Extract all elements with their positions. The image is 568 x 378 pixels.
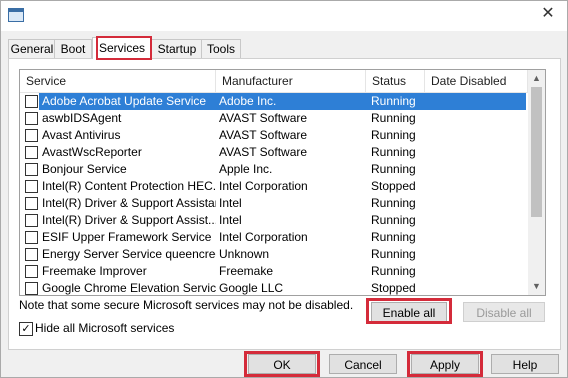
status-cell: Running	[371, 128, 416, 142]
manufacturer-cell: Intel	[219, 196, 242, 210]
scroll-thumb[interactable]	[531, 87, 542, 217]
service-checkbox[interactable]	[25, 112, 38, 125]
service-name-cell: Bonjour Service	[42, 162, 127, 176]
apply-highlight	[407, 351, 483, 377]
service-checkbox[interactable]	[25, 282, 38, 295]
secure-services-note: Note that some secure Microsoft services…	[19, 298, 354, 312]
tab-boot[interactable]: Boot	[54, 39, 92, 58]
status-cell: Running	[371, 247, 416, 261]
manufacturer-cell: AVAST Software	[219, 111, 308, 125]
scroll-down-icon[interactable]: ▼	[528, 278, 545, 295]
service-checkbox[interactable]	[25, 214, 38, 227]
service-name-cell: Freemake Improver	[42, 264, 147, 278]
status-cell: Stopped	[371, 281, 416, 295]
status-cell: Running	[371, 230, 416, 244]
manufacturer-cell: Google LLC	[219, 281, 284, 295]
column-header-date-disabled[interactable]: Date Disabled	[425, 70, 528, 92]
status-cell: Running	[371, 162, 416, 176]
manufacturer-cell: Apple Inc.	[219, 162, 273, 176]
scroll-up-icon[interactable]: ▲	[528, 70, 545, 87]
service-checkbox[interactable]	[25, 265, 38, 278]
tab-general[interactable]: General	[8, 39, 56, 58]
status-cell: Running	[371, 145, 416, 159]
service-checkbox[interactable]	[25, 231, 38, 244]
service-name-cell: Google Chrome Elevation Service	[42, 281, 216, 295]
service-checkbox[interactable]	[25, 146, 38, 159]
vertical-scrollbar[interactable]: ▲ ▼	[528, 70, 545, 295]
column-header-manufacturer[interactable]: Manufacturer	[216, 70, 366, 92]
table-row[interactable]: ESIF Upper Framework Service Intel Corpor…	[20, 229, 528, 246]
service-checkbox[interactable]	[25, 95, 38, 108]
table-row[interactable]: Avast Antivirus AVAST Software Running	[20, 127, 528, 144]
service-name-cell: aswbIDSAgent	[42, 111, 122, 125]
service-name-cell: AvastWscReporter	[42, 145, 142, 159]
hide-microsoft-services-checkbox[interactable]: ✓	[19, 322, 33, 336]
tab-tools[interactable]: Tools	[201, 39, 241, 58]
services-list[interactable]: Service Manufacturer Status Date Disable…	[19, 69, 546, 296]
status-cell: Running	[371, 213, 416, 227]
manufacturer-cell: Freemake	[219, 264, 274, 278]
ok-highlight	[244, 351, 320, 377]
status-cell: Stopped	[371, 179, 416, 193]
status-cell: Running	[371, 111, 416, 125]
manufacturer-cell: Intel Corporation	[219, 230, 308, 244]
service-checkbox[interactable]	[25, 129, 38, 142]
status-cell: Running	[371, 196, 416, 210]
service-name-cell: Avast Antivirus	[42, 128, 121, 142]
manufacturer-cell: AVAST Software	[219, 145, 308, 159]
table-row[interactable]: Freemake Improver Freemake Running	[20, 263, 528, 280]
disable-all-button: Disable all	[463, 302, 545, 322]
table-row[interactable]: aswbIDSAgent AVAST Software Running	[20, 110, 528, 127]
table-row[interactable]: Google Chrome Elevation Service Google LL…	[20, 280, 528, 295]
manufacturer-cell: AVAST Software	[219, 128, 308, 142]
column-header-status[interactable]: Status	[366, 70, 425, 92]
title-bar: ✕	[1, 1, 567, 31]
table-row[interactable]: Energy Server Service queencreek Unknown R…	[20, 246, 528, 263]
column-header-service[interactable]: Service	[20, 70, 216, 92]
service-checkbox[interactable]	[25, 197, 38, 210]
service-name-cell: Intel(R) Content Protection HEC...	[42, 179, 216, 193]
service-checkbox[interactable]	[25, 248, 38, 261]
service-name-cell: Intel(R) Driver & Support Assistant	[42, 196, 216, 210]
cancel-button[interactable]: Cancel	[329, 354, 397, 374]
service-name-cell: ESIF Upper Framework Service	[42, 230, 212, 244]
service-checkbox[interactable]	[25, 163, 38, 176]
help-button[interactable]: Help	[491, 354, 559, 374]
manufacturer-cell: Intel	[219, 213, 242, 227]
app-icon	[8, 8, 24, 22]
manufacturer-cell: Unknown	[219, 247, 270, 261]
service-checkbox[interactable]	[25, 180, 38, 193]
table-row[interactable]: Intel(R) Driver & Support Assistant Intel…	[20, 195, 528, 212]
manufacturer-cell: Intel Corporation	[219, 179, 308, 193]
tab-startup[interactable]: Startup	[151, 39, 203, 58]
table-row[interactable]: Intel(R) Content Protection HEC... Intel …	[20, 178, 528, 195]
status-cell: Running	[371, 94, 416, 108]
enable-all-highlight	[366, 298, 452, 324]
table-row[interactable]: Bonjour Service Apple Inc. Running	[20, 161, 528, 178]
manufacturer-cell: Adobe Inc.	[219, 94, 277, 108]
table-row[interactable]: AvastWscReporter AVAST Software Running	[20, 144, 528, 161]
service-name-cell: Adobe Acrobat Update Service	[42, 94, 207, 108]
list-header: Service Manufacturer Status Date Disable…	[20, 70, 528, 93]
service-name-cell: Energy Server Service queencreek	[42, 247, 216, 261]
hide-microsoft-services-label[interactable]: Hide all Microsoft services	[35, 321, 174, 335]
table-row[interactable]: Adobe Acrobat Update Service Adobe Inc. Ru…	[20, 93, 528, 110]
close-icon[interactable]: ✕	[539, 5, 557, 23]
table-row[interactable]: Intel(R) Driver & Support Assist... Intel…	[20, 212, 528, 229]
system-configuration-window: ✕ General Boot Services Startup Tools Se…	[0, 0, 568, 378]
services-tab-highlight	[96, 36, 152, 60]
service-name-cell: Intel(R) Driver & Support Assist...	[42, 213, 216, 227]
status-cell: Running	[371, 264, 416, 278]
